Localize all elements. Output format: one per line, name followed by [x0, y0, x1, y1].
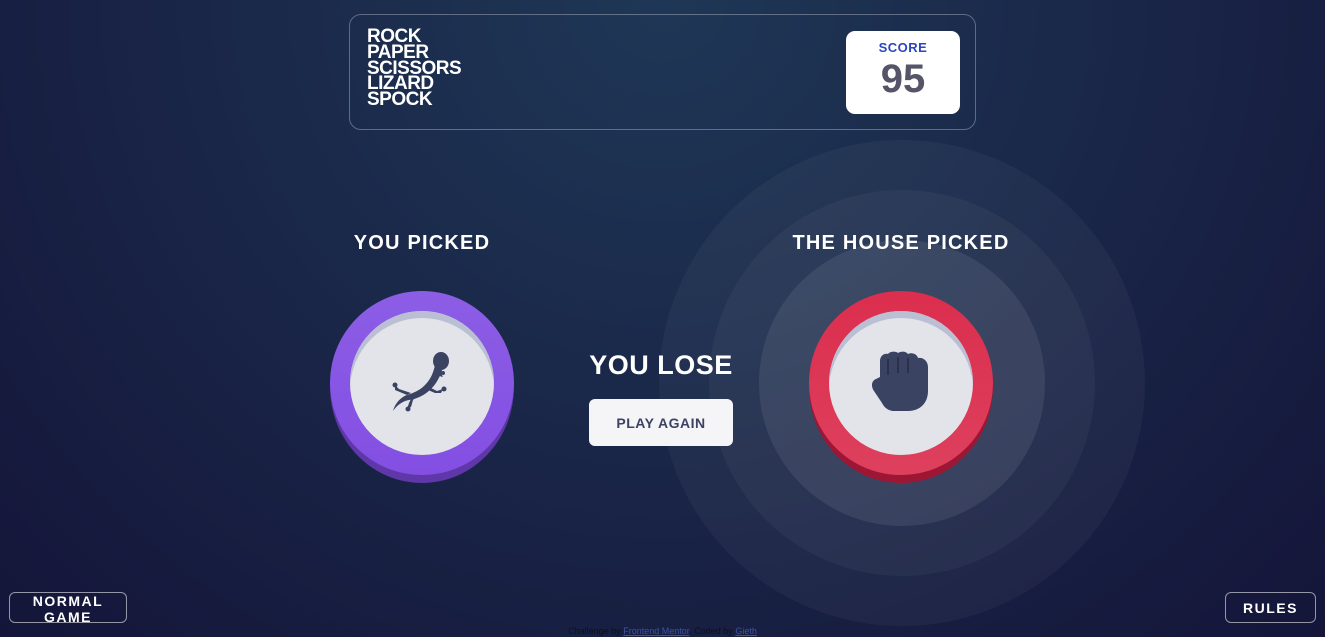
- attribution-prefix: Challenge by: [568, 626, 621, 636]
- title-line-spock: SPOCK: [367, 89, 433, 111]
- lizard-icon: [392, 352, 449, 412]
- attribution-mid: . Coded by: [689, 626, 733, 636]
- you-picked-label: YOU PICKED: [353, 232, 491, 254]
- token-inner: [350, 311, 494, 455]
- score-box: SCORE 95: [846, 31, 960, 114]
- player-pick-lizard: [330, 291, 514, 483]
- game-title: ROCK PAPER SCISSORS LIZARD SPOCK: [367, 27, 462, 111]
- token-inner: [829, 311, 973, 455]
- house-pick-rock: [809, 291, 993, 483]
- frontend-mentor-link[interactable]: Frontend Mentor: [623, 626, 689, 636]
- house-picked-label: THE HOUSE PICKED: [792, 232, 1010, 254]
- result-text: YOU LOSE: [589, 350, 733, 380]
- normal-game-button[interactable]: NORMAL GAME: [9, 592, 127, 625]
- play-again-button[interactable]: PLAY AGAIN: [589, 399, 733, 446]
- rock-fist-icon: [871, 351, 928, 411]
- author-link[interactable]: Gieth: [735, 626, 757, 636]
- score-label: SCORE: [878, 40, 928, 55]
- score-value: 95: [880, 57, 926, 101]
- attribution: Challenge by Frontend Mentor. Coded by G…: [0, 626, 1325, 636]
- game-header: ROCK PAPER SCISSORS LIZARD SPOCK SCORE 9…: [349, 14, 976, 130]
- rules-button[interactable]: RULES: [1225, 592, 1316, 623]
